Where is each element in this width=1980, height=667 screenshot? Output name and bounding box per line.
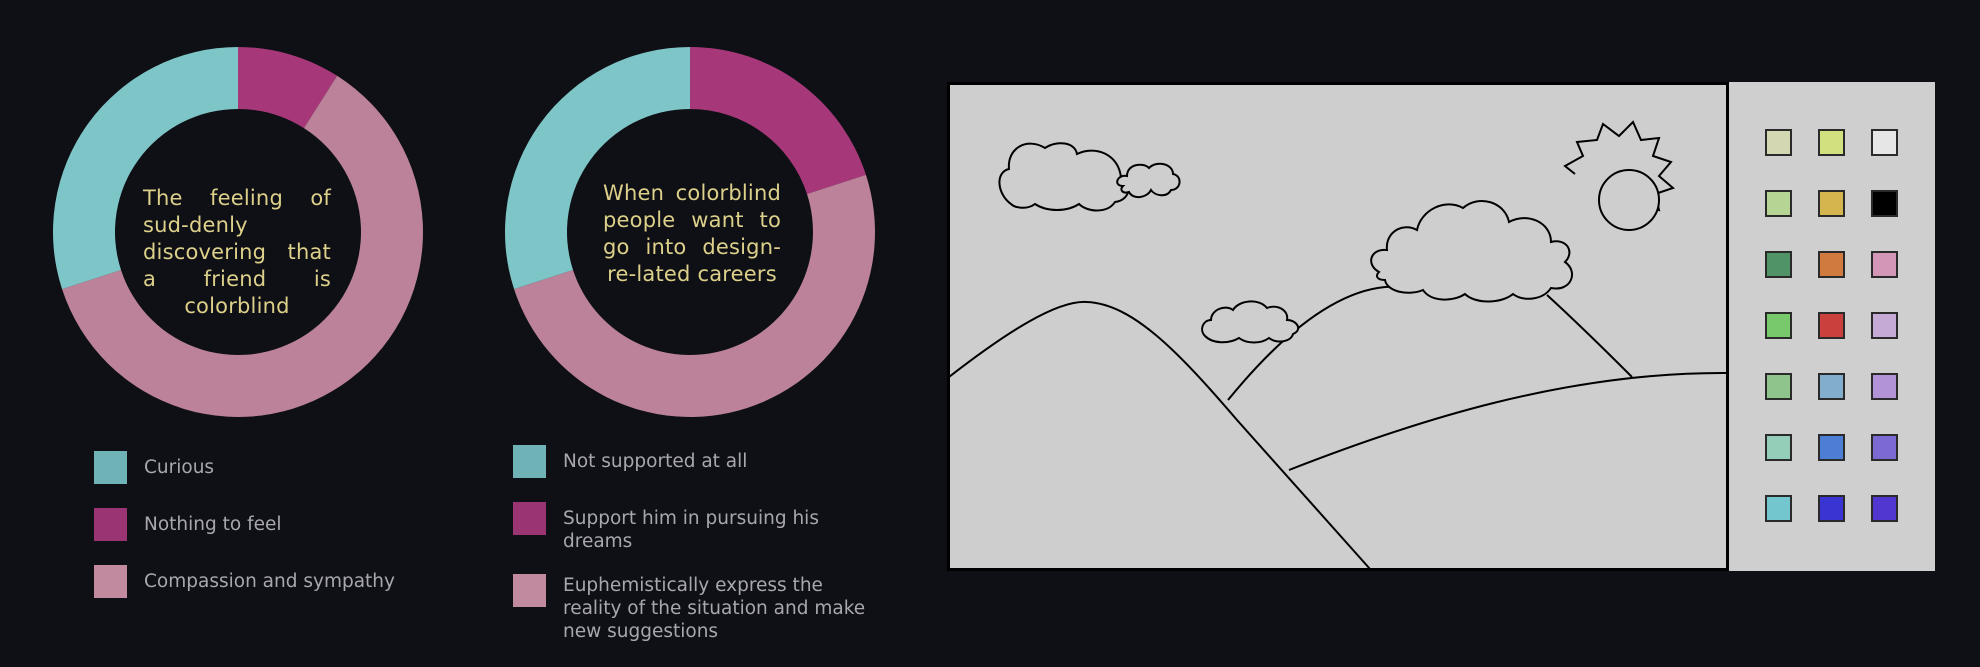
donut-center-text-2: When colorblind people want to go into d… [603, 181, 781, 286]
legend-label: Not supported at all [563, 451, 748, 472]
legend-item-nothing-to-feel: Nothing to feel [94, 508, 395, 541]
color-swatch[interactable] [1765, 373, 1792, 400]
color-swatch[interactable] [1765, 190, 1792, 217]
legend-swatch [94, 565, 127, 598]
legend-swatch [94, 508, 127, 541]
color-swatch[interactable] [1818, 129, 1845, 156]
drawing-canvas[interactable] [947, 82, 1729, 571]
legend-item-euphemistically: Euphemistically express the reality of t… [513, 574, 873, 643]
color-swatch[interactable] [1871, 190, 1898, 217]
legend-chart-2: Not supported at all Support him in purs… [513, 445, 873, 667]
color-swatch[interactable] [1765, 495, 1792, 522]
legend-swatch [513, 574, 546, 607]
legend-swatch [513, 502, 546, 535]
color-swatch[interactable] [1818, 434, 1845, 461]
legend-label: Nothing to feel [144, 514, 282, 535]
color-swatch[interactable] [1765, 312, 1792, 339]
color-swatch[interactable] [1818, 190, 1845, 217]
donut-center-text-1: The feeling of sud-denly discovering tha… [143, 186, 331, 318]
legend-chart-1: Curious Nothing to feel Compassion and s… [94, 451, 395, 622]
donut-slice-support-him-in-pursuing-his-dr [690, 47, 866, 194]
color-swatch[interactable] [1871, 251, 1898, 278]
color-swatch[interactable] [1765, 434, 1792, 461]
color-swatch[interactable] [1765, 129, 1792, 156]
color-swatch[interactable] [1818, 251, 1845, 278]
color-swatch[interactable] [1765, 251, 1792, 278]
color-swatch[interactable] [1871, 129, 1898, 156]
color-swatch[interactable] [1871, 495, 1898, 522]
legend-swatch [513, 445, 546, 478]
legend-item-curious: Curious [94, 451, 395, 484]
color-swatch[interactable] [1871, 312, 1898, 339]
color-swatch[interactable] [1818, 495, 1845, 522]
color-swatch[interactable] [1818, 312, 1845, 339]
legend-item-compassion: Compassion and sympathy [94, 565, 395, 598]
legend-label: Support him in pursuing his dreams [563, 508, 819, 552]
legend-item-support-dreams: Support him in pursuing his dreams [513, 502, 873, 553]
legend-label: Curious [144, 457, 215, 478]
legend-item-not-supported: Not supported at all [513, 445, 873, 478]
color-palette [1729, 82, 1935, 571]
legend-label: Euphemistically express the reality of t… [563, 575, 866, 642]
legend-label: Compassion and sympathy [144, 571, 395, 592]
legend-swatch [94, 451, 127, 484]
color-swatch[interactable] [1818, 373, 1845, 400]
color-swatch[interactable] [1871, 434, 1898, 461]
color-swatch[interactable] [1871, 373, 1898, 400]
